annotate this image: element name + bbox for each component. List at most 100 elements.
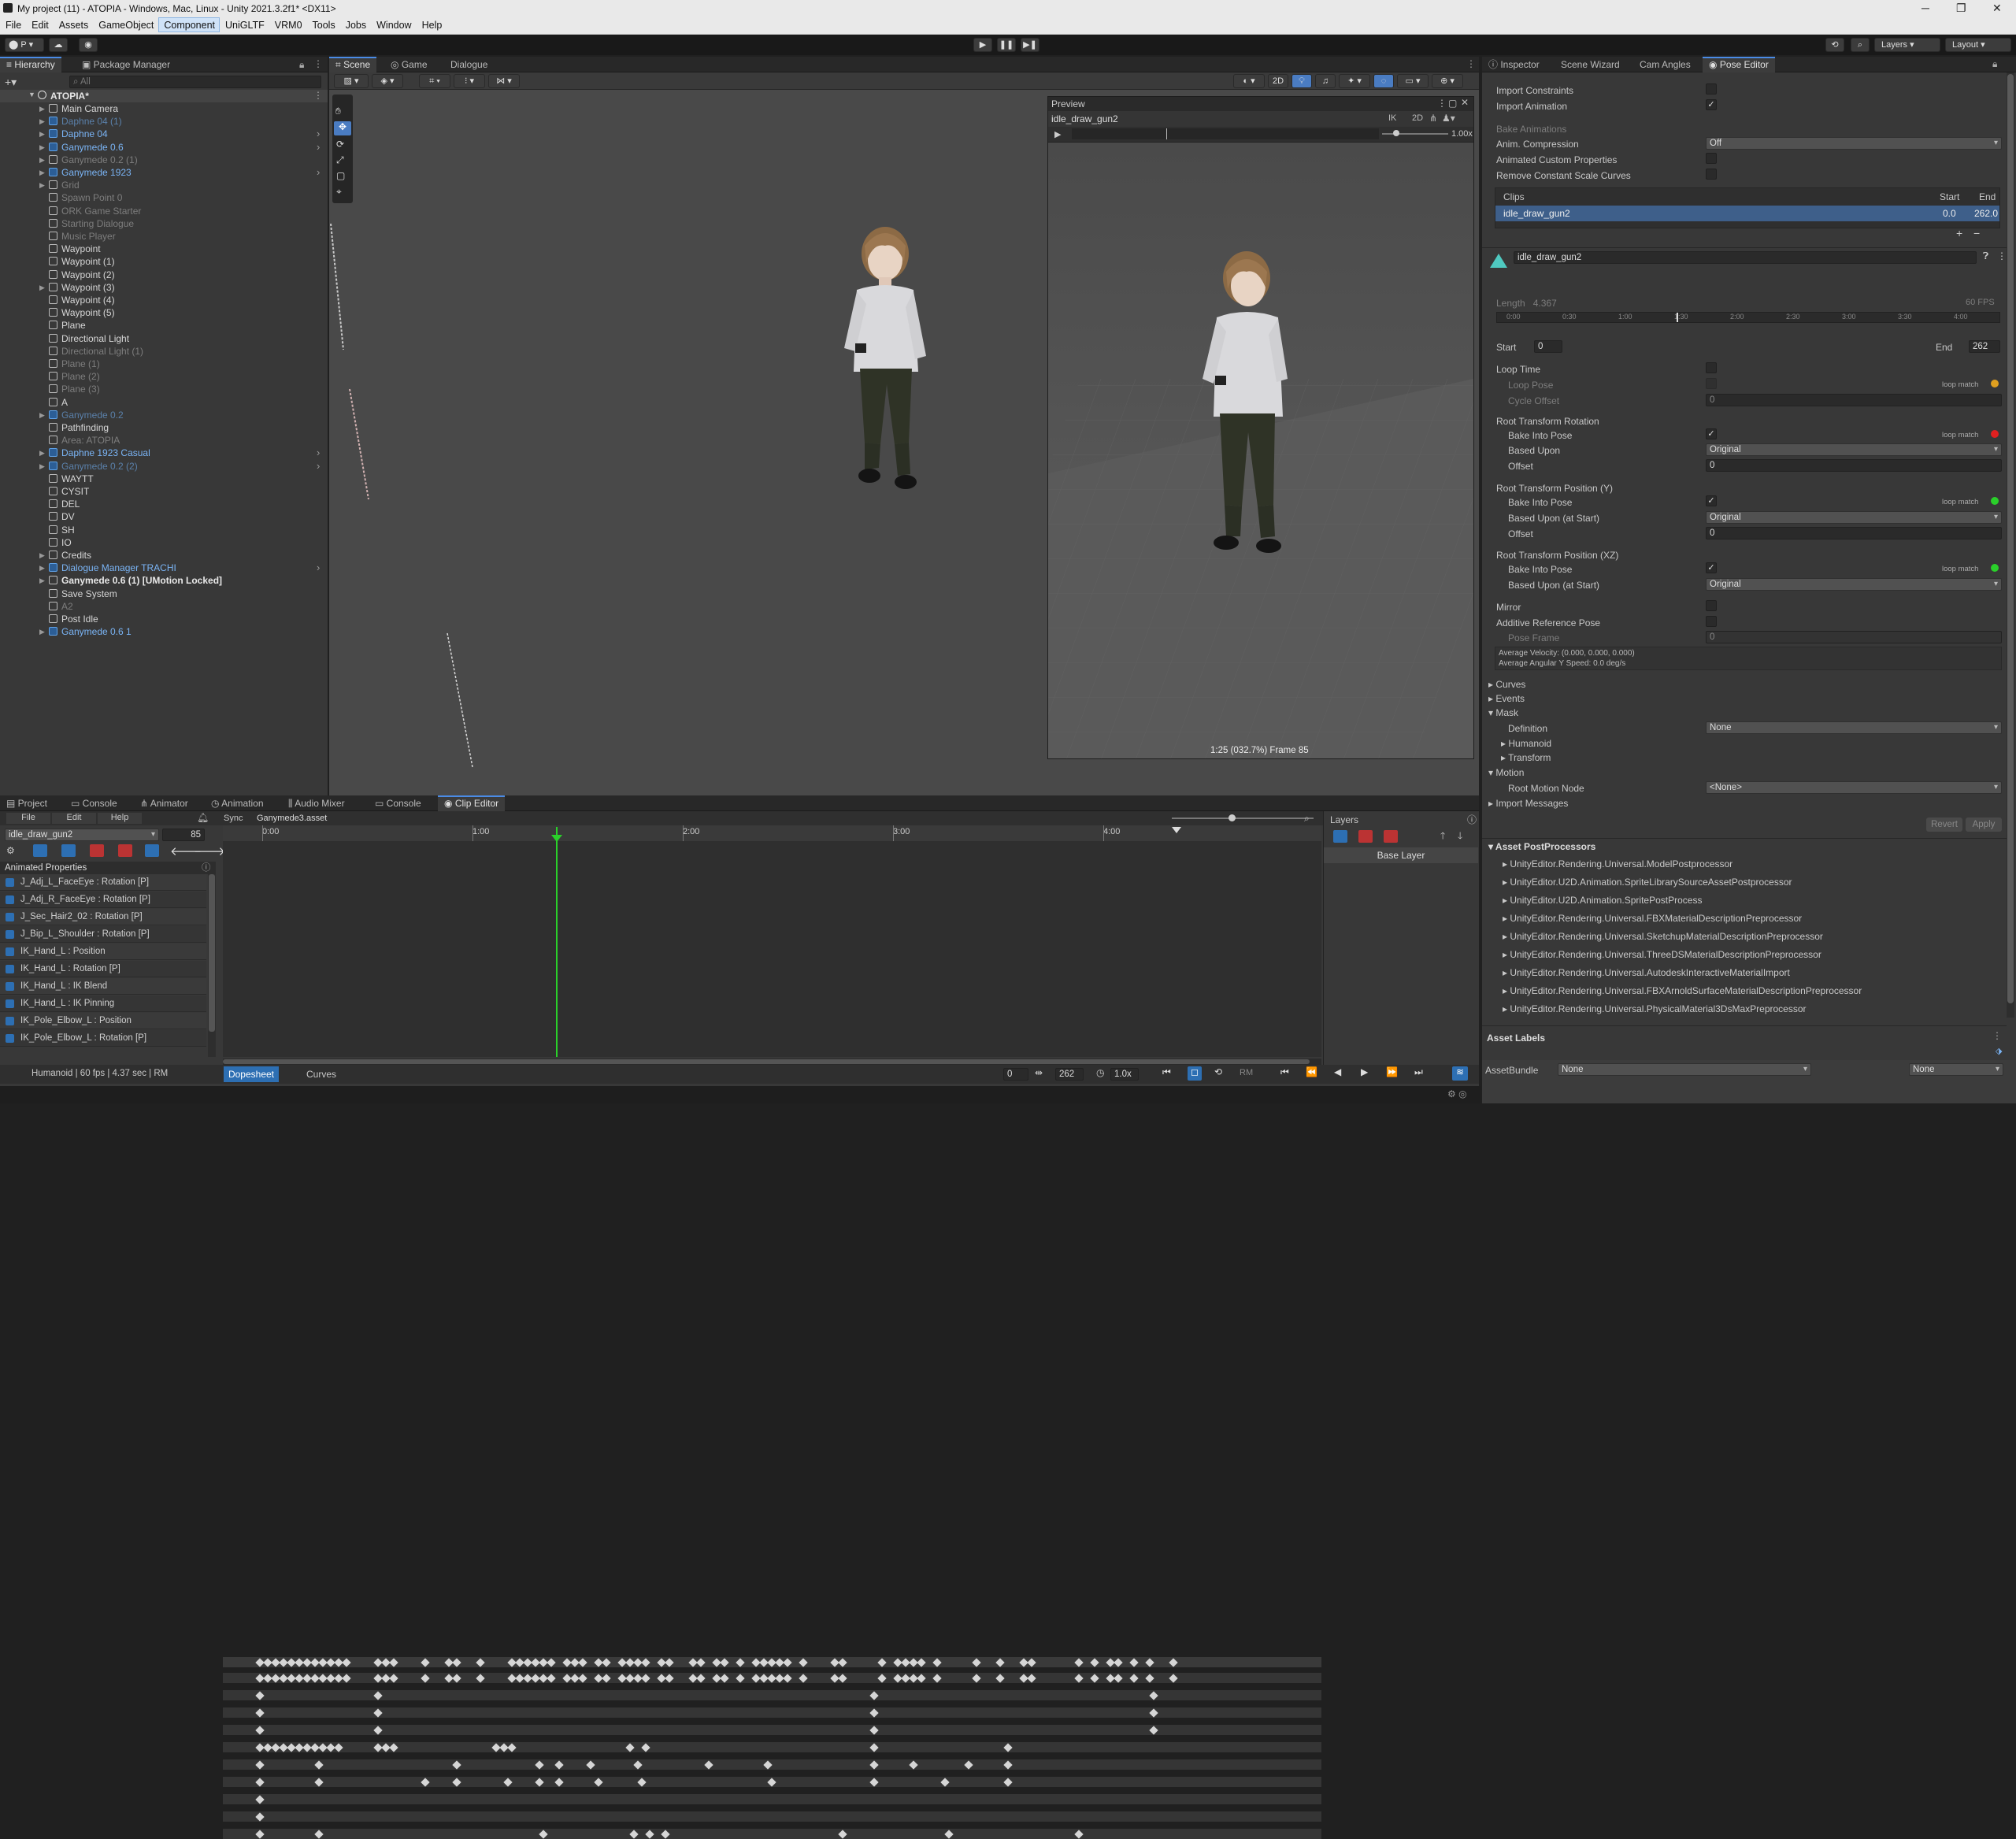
- keyframe[interactable]: [932, 1657, 942, 1667]
- hierarchy-item[interactable]: IO: [0, 536, 327, 549]
- postprocessor-item[interactable]: ▸ UnityEditor.Rendering.Universal.ModelP…: [1503, 858, 1732, 869]
- tab-console[interactable]: ▭ Console: [65, 795, 124, 811]
- hierarchy-item[interactable]: Area: ATOPIA: [0, 434, 327, 447]
- keyframe[interactable]: [932, 1673, 942, 1683]
- keyframe[interactable]: [255, 1707, 265, 1718]
- menu-file[interactable]: File: [0, 17, 26, 31]
- range-end-field[interactable]: 262: [1055, 1068, 1084, 1081]
- minimize-icon[interactable]: ─: [1922, 2, 1929, 14]
- keyframe[interactable]: [594, 1777, 603, 1787]
- keyframe-row[interactable]: [223, 1725, 1321, 1735]
- keyframe[interactable]: [720, 1657, 729, 1667]
- settings-gear-icon[interactable]: ⚙: [6, 845, 15, 856]
- hierarchy-item[interactable]: Pathfinding: [0, 421, 327, 434]
- hierarchy-item[interactable]: DV: [0, 510, 327, 523]
- tab-hierarchy[interactable]: ≡ Hierarchy: [0, 57, 61, 72]
- keyframe[interactable]: [645, 1829, 654, 1839]
- keyframe[interactable]: [602, 1657, 611, 1667]
- keyframe[interactable]: [314, 1829, 324, 1839]
- keyframe[interactable]: [1169, 1673, 1178, 1683]
- additive-checkbox[interactable]: [1706, 616, 1717, 627]
- keyframe-row[interactable]: [223, 1742, 1321, 1752]
- keyframe[interactable]: [995, 1657, 1005, 1667]
- add-key-icon[interactable]: [33, 844, 47, 857]
- keyframe[interactable]: [972, 1673, 981, 1683]
- expand-arrow-icon[interactable]: ▶: [39, 574, 47, 587]
- expand-arrow-icon[interactable]: ▶: [39, 625, 47, 638]
- clip-range-ruler[interactable]: 0:00 0:30 1:00 1:30 2:00 2:30 3:00 3:30 4:00: [1496, 312, 2000, 323]
- keyframe[interactable]: [452, 1777, 461, 1787]
- zoom-slider-handle[interactable]: [1228, 814, 1236, 821]
- layers-toggle-icon[interactable]: ≋: [1452, 1066, 1468, 1081]
- keyframe[interactable]: [665, 1657, 674, 1667]
- asset-postprocessors-foldout[interactable]: ▾ Asset PostProcessors: [1488, 841, 1595, 852]
- keyframe[interactable]: [763, 1759, 773, 1770]
- postprocessor-item[interactable]: ▸ UnityEditor.Rendering.Universal.FBXMat…: [1503, 913, 1802, 924]
- open-prefab-icon[interactable]: ›: [317, 562, 324, 574]
- hierarchy-item[interactable]: Waypoint: [0, 243, 327, 255]
- lighting-toggle-icon[interactable]: 💡︎: [1292, 74, 1312, 88]
- hierarchy-item[interactable]: Waypoint (2): [0, 269, 327, 281]
- keyframe[interactable]: [255, 1811, 265, 1822]
- keyframe[interactable]: [507, 1742, 517, 1752]
- menu-help[interactable]: Help: [417, 17, 447, 31]
- menu-assets[interactable]: Assets: [54, 17, 94, 31]
- keyframe[interactable]: [503, 1777, 513, 1787]
- keyframe[interactable]: [869, 1707, 879, 1718]
- hierarchy-item[interactable]: Plane (1): [0, 358, 327, 370]
- keyframe[interactable]: [641, 1742, 650, 1752]
- tab-inspector[interactable]: ⓘ Inspector: [1482, 57, 1546, 72]
- keyframe[interactable]: [334, 1742, 343, 1752]
- postprocessor-item[interactable]: ▸ UnityEditor.Rendering.Universal.Physic…: [1503, 1003, 1807, 1014]
- base-layer-row[interactable]: Base Layer: [1324, 847, 1478, 863]
- layer-down-icon[interactable]: 🡓: [1458, 829, 1462, 845]
- scene-row[interactable]: ▼ ATOPIA* ⋮: [0, 90, 328, 102]
- prev-key-button[interactable]: ⏪: [1306, 1066, 1317, 1077]
- keyframe[interactable]: [661, 1829, 670, 1839]
- expand-arrow-icon[interactable]: ▶: [39, 460, 47, 473]
- keyframe[interactable]: [1145, 1657, 1154, 1667]
- keyframe[interactable]: [720, 1673, 729, 1683]
- hierarchy-item[interactable]: ORK Game Starter: [0, 205, 327, 217]
- keyframe[interactable]: [314, 1759, 324, 1770]
- expand-arrow-icon[interactable]: ▸: [1503, 858, 1510, 869]
- grid-snap-dropdown[interactable]: ⌗ ▾: [419, 74, 450, 88]
- revert-button[interactable]: Revert: [1926, 818, 1962, 832]
- hierarchy-item[interactable]: Starting Dialogue: [0, 217, 327, 230]
- import-animation-checkbox[interactable]: ✓: [1706, 99, 1717, 110]
- keyframe[interactable]: [909, 1759, 918, 1770]
- keyframe[interactable]: [696, 1657, 706, 1667]
- keyframe[interactable]: [1003, 1759, 1013, 1770]
- ruler-playhead[interactable]: [1677, 313, 1678, 322]
- import-constraints-checkbox[interactable]: [1706, 83, 1717, 95]
- hierarchy-item[interactable]: Directional Light: [0, 332, 327, 345]
- keyframe[interactable]: [736, 1673, 745, 1683]
- rtpy-based-dropdown[interactable]: Original: [1706, 511, 2002, 524]
- hierarchy-item[interactable]: SH: [0, 524, 327, 536]
- keyframe[interactable]: [665, 1673, 674, 1683]
- hierarchy-item[interactable]: ▶ Ganymede 1923 ›: [0, 166, 327, 179]
- rm-toggle[interactable]: RM: [1240, 1068, 1253, 1077]
- play-button[interactable]: ▶: [1361, 1066, 1368, 1077]
- ik-toggle[interactable]: IK: [1388, 113, 1396, 123]
- hierarchy-item[interactable]: ▶ Daphne 04 ›: [0, 128, 327, 140]
- menu-vrm0[interactable]: VRM0: [269, 17, 307, 31]
- layer-up-icon[interactable]: 🡑: [1440, 829, 1445, 845]
- keyframe[interactable]: [602, 1673, 611, 1683]
- remove-clip-button[interactable]: −: [1973, 227, 1980, 239]
- shading-dropdown[interactable]: ◈ ▾: [372, 74, 403, 88]
- keyframe[interactable]: [972, 1657, 981, 1667]
- zoom-slider[interactable]: [1172, 818, 1314, 819]
- sync-button[interactable]: Sync: [224, 814, 243, 823]
- rtpxz-based-dropdown[interactable]: Original: [1706, 578, 2002, 591]
- hierarchy-item[interactable]: Plane (3): [0, 383, 327, 395]
- keyframe[interactable]: [869, 1690, 879, 1700]
- track-row[interactable]: IK_Hand_L : IK Pinning: [0, 996, 206, 1012]
- keyframe[interactable]: [586, 1759, 595, 1770]
- clip-selector-dropdown[interactable]: idle_draw_gun2: [5, 829, 159, 841]
- pose-frame-field[interactable]: 0: [1706, 631, 2002, 643]
- curves-foldout[interactable]: ▸ Curves: [1488, 679, 1525, 690]
- keyframe[interactable]: [1169, 1657, 1178, 1667]
- keyframe[interactable]: [1027, 1657, 1036, 1667]
- info-icon[interactable]: ⓘ: [1467, 813, 1477, 826]
